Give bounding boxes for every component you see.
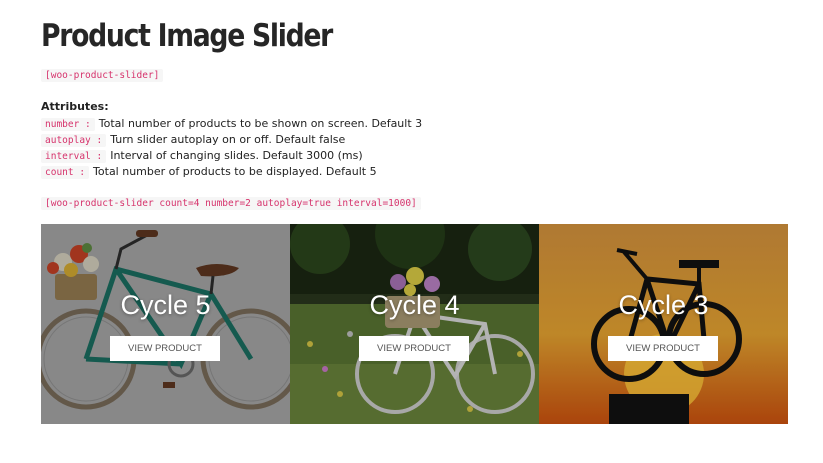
view-product-button[interactable]: VIEW PRODUCT (359, 336, 469, 361)
slide-title: Cycle 5 (120, 290, 211, 320)
attribute-row-count: count : Total number of products to be di… (41, 164, 377, 180)
attribute-desc: Total number of products to be displayed… (93, 165, 377, 178)
slide-cycle-4[interactable]: Cycle 4 VIEW PRODUCT (290, 224, 539, 424)
attributes-heading: Attributes: (41, 100, 109, 113)
attribute-name: count : (41, 166, 90, 179)
bicycle-image (290, 224, 539, 424)
attribute-name: number : (41, 118, 95, 131)
product-slider[interactable]: Cycle 5 VIEW PRODUCT Cycle 4 VIEW PRODUC… (41, 224, 788, 424)
slide-title: Cycle 4 (369, 290, 460, 320)
attribute-row-interval: interval : Interval of changing slides. D… (41, 148, 363, 164)
page-title: Product Image Slider (41, 18, 333, 54)
attribute-desc: Interval of changing slides. Default 300… (110, 149, 363, 162)
bicycle-image (41, 224, 290, 424)
slide-title: Cycle 3 (618, 290, 709, 320)
slide-cycle-3[interactable]: Cycle 3 VIEW PRODUCT (539, 224, 788, 424)
bicycle-image (539, 224, 788, 424)
attribute-desc: Total number of products to be shown on … (98, 117, 423, 130)
slide-cycle-5[interactable]: Cycle 5 VIEW PRODUCT (41, 224, 290, 424)
attribute-desc: Turn slider autoplay on or off. Default … (110, 133, 346, 146)
attribute-name: autoplay : (41, 134, 107, 147)
shortcode-example: [woo-product-slider count=4 number=2 aut… (41, 197, 421, 210)
attribute-name: interval : (41, 150, 107, 163)
view-product-button[interactable]: VIEW PRODUCT (110, 336, 220, 361)
attribute-row-number: number : Total number of products to be s… (41, 116, 422, 132)
view-product-button[interactable]: VIEW PRODUCT (608, 336, 718, 361)
shortcode-basic: [woo-product-slider] (41, 69, 164, 82)
attribute-row-autoplay: autoplay : Turn slider autoplay on or off… (41, 132, 345, 148)
